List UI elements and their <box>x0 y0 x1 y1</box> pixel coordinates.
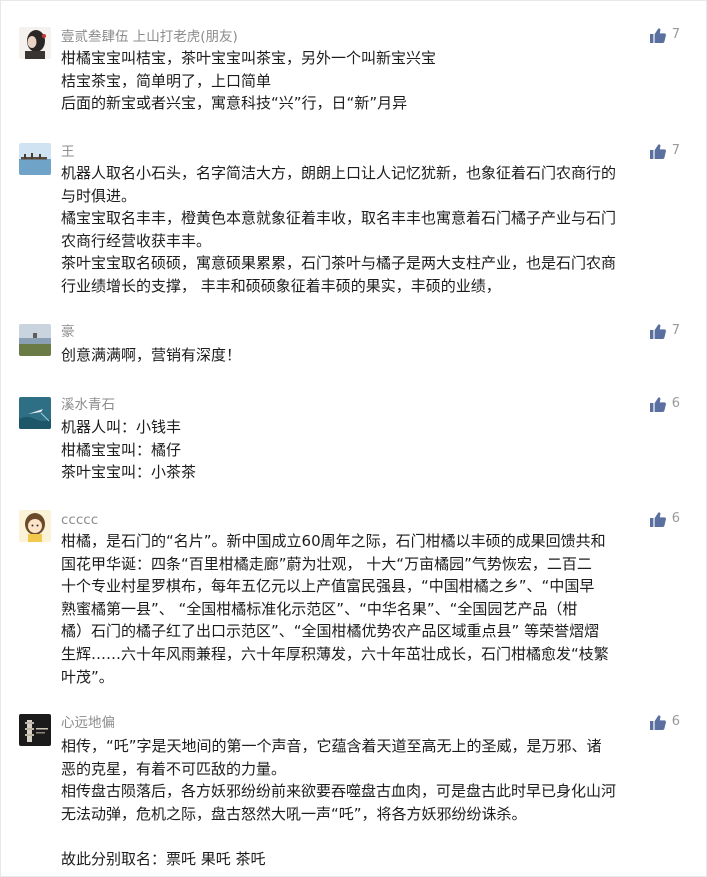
like-count: 6 <box>671 714 680 729</box>
comment-line: 相传盘古陨落后，各方妖邪纷纷前来欲要吞噬盘古血肉，可是盘古此时早已身化山河 <box>61 782 617 801</box>
comment-author[interactable]: 豪 <box>61 323 75 341</box>
comment-line: 农商行经营收获丰丰。 <box>61 231 212 250</box>
comment-line: 行业绩增长的支撑， 丰丰和硕硕象征着丰硕的果实，丰硕的业绩， <box>61 276 501 295</box>
girl-profile-avatar[interactable] <box>19 27 51 59</box>
lakeside-landscape-avatar[interactable] <box>19 324 51 356</box>
comment-line: 机器人叫：小钱丰 <box>61 418 182 436</box>
like-button[interactable]: 6 <box>649 510 680 528</box>
like-button[interactable]: 7 <box>649 142 680 160</box>
like-count: 7 <box>671 27 680 42</box>
comment-line: 叶茂”。 <box>61 667 114 686</box>
like-count: 7 <box>671 143 680 158</box>
comment-line: 恶的克星，有着不可匹敌的力量。 <box>61 759 287 778</box>
thumbs-up-icon <box>649 27 666 43</box>
comment-text: 柑橘宝宝叫桔宝，茶叶宝宝叫茶宝，另外一个叫新宝兴宝 桔宝茶宝，简单明了，上口简单… <box>61 47 685 115</box>
comment-line: 茶叶宝宝叫：小茶茶 <box>61 463 197 482</box>
comment-line: 生辉……六十年风雨兼程，六十年厚积薄发，六十年茁壮成长，石门柑橘愈发“枝繁 <box>61 644 609 663</box>
comment-line: 橘宝宝取名丰丰，橙黄色本意就象征着丰收，取名丰丰也寓意着石门橘子产业与石门 <box>61 209 617 228</box>
comment-author[interactable]: 溪水青石 <box>61 396 115 414</box>
like-button[interactable]: 7 <box>649 26 680 44</box>
pagoda-night-avatar[interactable] <box>19 714 51 746</box>
comment-line: 熟蜜橘第一县”、 “全国柑橘标准化示范区”、“中华名果”、“全国园艺产品（柑 <box>61 599 578 618</box>
comment-line: 柑橘宝宝叫：橘仔 <box>61 440 182 459</box>
comment-line: 国花甲华诞：四条“百里柑橘走廊”蔚为壮观， 十大“万亩橘园”气势恢宏，二百二 <box>61 554 592 573</box>
thumbs-up-icon <box>649 714 666 730</box>
comment-line: 十个专业村星罗棋布，每年五亿元以上产值富民强县，“中国柑橘之乡”、“中国早 <box>61 577 595 596</box>
seaside-pier-avatar[interactable] <box>19 143 51 175</box>
comment-line: 故此分别取名：票吒 果吒 茶吒 <box>61 849 266 868</box>
comment-author[interactable]: 壹贰叁肆伍 上山打老虎(朋友) <box>61 28 238 46</box>
like-count: 7 <box>671 323 680 338</box>
comment-list: 壹贰叁肆伍 上山打老虎(朋友) 7 柑橘宝宝叫桔宝，茶叶宝宝叫茶宝，另外一个叫新… <box>0 0 707 877</box>
comment-line: 创意满满啊，营销有深度！ <box>61 346 242 364</box>
thumbs-up-icon <box>649 323 666 339</box>
comment-text: 相传，“吒”字是天地间的第一个声音，它蕴含着天道至高无上的圣威，是万邪、诸 恶的… <box>61 735 685 871</box>
comment-text: 柑橘，是石门的“名片”。新中国成立60周年之际，石门柑橘以丰硕的成果回馈共和 国… <box>61 530 685 688</box>
comment-line: 柑橘宝宝叫桔宝，茶叶宝宝叫茶宝，另外一个叫新宝兴宝 <box>61 49 437 67</box>
comment-text: 创意满满啊，营销有深度！ <box>61 344 685 367</box>
thumbs-up-icon <box>649 143 666 159</box>
comment-line: 橘）石门的橘子红了出口示范区”、“全国柑橘优势农产品区域重点县” 等荣誉熠熠 <box>61 622 600 641</box>
comment-text: 机器人取名小石头，名字简洁大方，朗朗上口让人记忆犹新，也象征着石门农商行的 与时… <box>61 162 685 298</box>
comment-author[interactable]: 王 <box>61 143 75 161</box>
thumbs-up-icon <box>649 396 666 412</box>
thumbs-up-icon <box>649 511 666 527</box>
comment-text: 机器人叫：小钱丰 柑橘宝宝叫：橘仔 茶叶宝宝叫：小茶茶 <box>61 416 685 484</box>
comment-line: 无法动弹，危机之际，盘古怒然大吼一声“吒”，将各方妖邪纷纷诛杀。 <box>61 804 527 823</box>
boat-on-water-avatar[interactable] <box>19 397 51 429</box>
like-count: 6 <box>671 511 680 526</box>
comment-author[interactable]: ccccc <box>61 511 98 529</box>
comment-line: 相传，“吒”字是天地间的第一个声音，它蕴含着天道至高无上的圣威，是万邪、诸 <box>61 737 602 755</box>
comment-line: 与时俱进。 <box>61 186 137 205</box>
comment-line: 机器人取名小石头，名字简洁大方，朗朗上口让人记忆犹新，也象征着石门农商行的 <box>61 164 617 182</box>
comment-line: 后面的新宝或者兴宝，寓意科技“兴”行，日“新”月异 <box>61 94 408 113</box>
comment-author[interactable]: 心远地偏 <box>61 714 115 732</box>
comment-line: 桔宝茶宝，简单明了，上口简单 <box>61 71 272 90</box>
comment-line: 柑橘，是石门的“名片”。新中国成立60周年之际，石门柑橘以丰硕的成果回馈共和 <box>61 532 606 550</box>
comment-line: 茶叶宝宝取名硕硕，寓意硕果累累，石门茶叶与橘子是两大支柱产业，也是石门农商 <box>61 254 617 273</box>
like-count: 6 <box>671 396 680 411</box>
like-button[interactable]: 6 <box>649 713 680 731</box>
like-button[interactable]: 6 <box>649 395 680 413</box>
cartoon-girl-avatar[interactable] <box>19 510 51 542</box>
like-button[interactable]: 7 <box>649 322 680 340</box>
